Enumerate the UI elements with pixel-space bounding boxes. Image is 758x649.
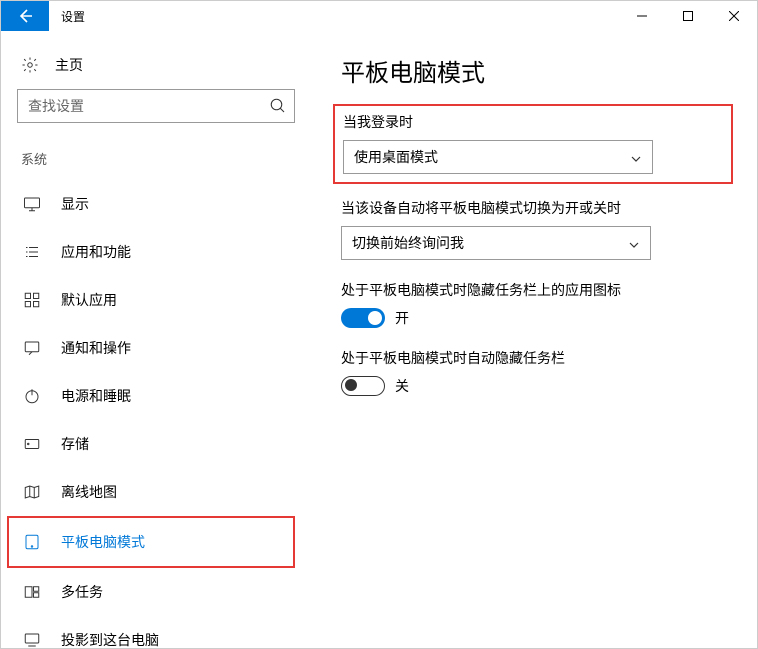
chevron-down-icon bbox=[630, 153, 642, 165]
minimize-button[interactable] bbox=[619, 1, 665, 31]
window-title: 设置 bbox=[49, 1, 619, 31]
sidebar-item-power[interactable]: 电源和睡眠 bbox=[17, 372, 295, 420]
nav-label: 应用和功能 bbox=[61, 242, 131, 262]
close-icon bbox=[729, 11, 739, 21]
signin-label: 当我登录时 bbox=[343, 112, 723, 132]
nav-label: 平板电脑模式 bbox=[61, 532, 145, 552]
hide-taskbar-toggle[interactable] bbox=[341, 376, 385, 396]
gear-icon bbox=[21, 56, 39, 74]
sidebar-item-default-apps[interactable]: 默认应用 bbox=[17, 276, 295, 324]
nav-label: 通知和操作 bbox=[61, 338, 131, 358]
search-icon bbox=[269, 97, 287, 115]
home-link[interactable]: 主页 bbox=[17, 49, 295, 89]
signin-dropdown[interactable]: 使用桌面模式 bbox=[343, 140, 653, 174]
project-icon bbox=[23, 631, 41, 648]
nav-label: 离线地图 bbox=[61, 482, 117, 502]
switch-dropdown[interactable]: 切换前始终询问我 bbox=[341, 226, 651, 260]
nav-label: 多任务 bbox=[61, 582, 103, 602]
page-title: 平板电脑模式 bbox=[341, 53, 733, 88]
multitask-icon bbox=[23, 583, 41, 601]
tablet-icon bbox=[23, 533, 41, 551]
maximize-icon bbox=[683, 11, 693, 21]
map-icon bbox=[23, 483, 41, 501]
sidebar-item-multitask[interactable]: 多任务 bbox=[17, 568, 295, 616]
toggle-state: 开 bbox=[395, 308, 409, 328]
search-input[interactable] bbox=[17, 89, 295, 123]
back-button[interactable] bbox=[1, 1, 49, 31]
minimize-icon bbox=[637, 11, 647, 21]
power-icon bbox=[23, 387, 41, 405]
close-button[interactable] bbox=[711, 1, 757, 31]
home-label: 主页 bbox=[55, 55, 83, 75]
hide-taskbar-label: 处于平板电脑模式时自动隐藏任务栏 bbox=[341, 348, 733, 368]
nav-label: 电源和睡眠 bbox=[61, 386, 131, 406]
sidebar-item-apps[interactable]: 应用和功能 bbox=[17, 228, 295, 276]
hide-icons-toggle[interactable] bbox=[341, 308, 385, 328]
sidebar-item-notifications[interactable]: 通知和操作 bbox=[17, 324, 295, 372]
nav-label: 存储 bbox=[61, 434, 89, 454]
storage-icon bbox=[23, 435, 41, 453]
section-label: 系统 bbox=[17, 143, 295, 180]
nav-label: 默认应用 bbox=[61, 290, 117, 310]
chevron-down-icon bbox=[628, 239, 640, 251]
nav-label: 投影到这台电脑 bbox=[61, 630, 159, 648]
arrow-left-icon bbox=[17, 8, 33, 24]
sidebar-item-tablet-mode[interactable]: 平板电脑模式 bbox=[17, 518, 289, 566]
hide-icons-label: 处于平板电脑模式时隐藏任务栏上的应用图标 bbox=[341, 280, 733, 300]
dropdown-value: 使用桌面模式 bbox=[354, 147, 438, 167]
switch-label: 当该设备自动将平板电脑模式切换为开或关时 bbox=[341, 198, 733, 218]
dropdown-value: 切换前始终询问我 bbox=[352, 233, 464, 253]
sidebar-item-display[interactable]: 显示 bbox=[17, 180, 295, 228]
grid-icon bbox=[23, 291, 41, 309]
sidebar-item-storage[interactable]: 存储 bbox=[17, 420, 295, 468]
list-icon bbox=[23, 243, 41, 261]
nav-label: 显示 bbox=[61, 194, 89, 214]
sidebar-item-projecting[interactable]: 投影到这台电脑 bbox=[17, 616, 295, 648]
maximize-button[interactable] bbox=[665, 1, 711, 31]
toggle-state: 关 bbox=[395, 376, 409, 396]
monitor-icon bbox=[23, 195, 41, 213]
chat-icon bbox=[23, 339, 41, 357]
sidebar-item-maps[interactable]: 离线地图 bbox=[17, 468, 295, 516]
